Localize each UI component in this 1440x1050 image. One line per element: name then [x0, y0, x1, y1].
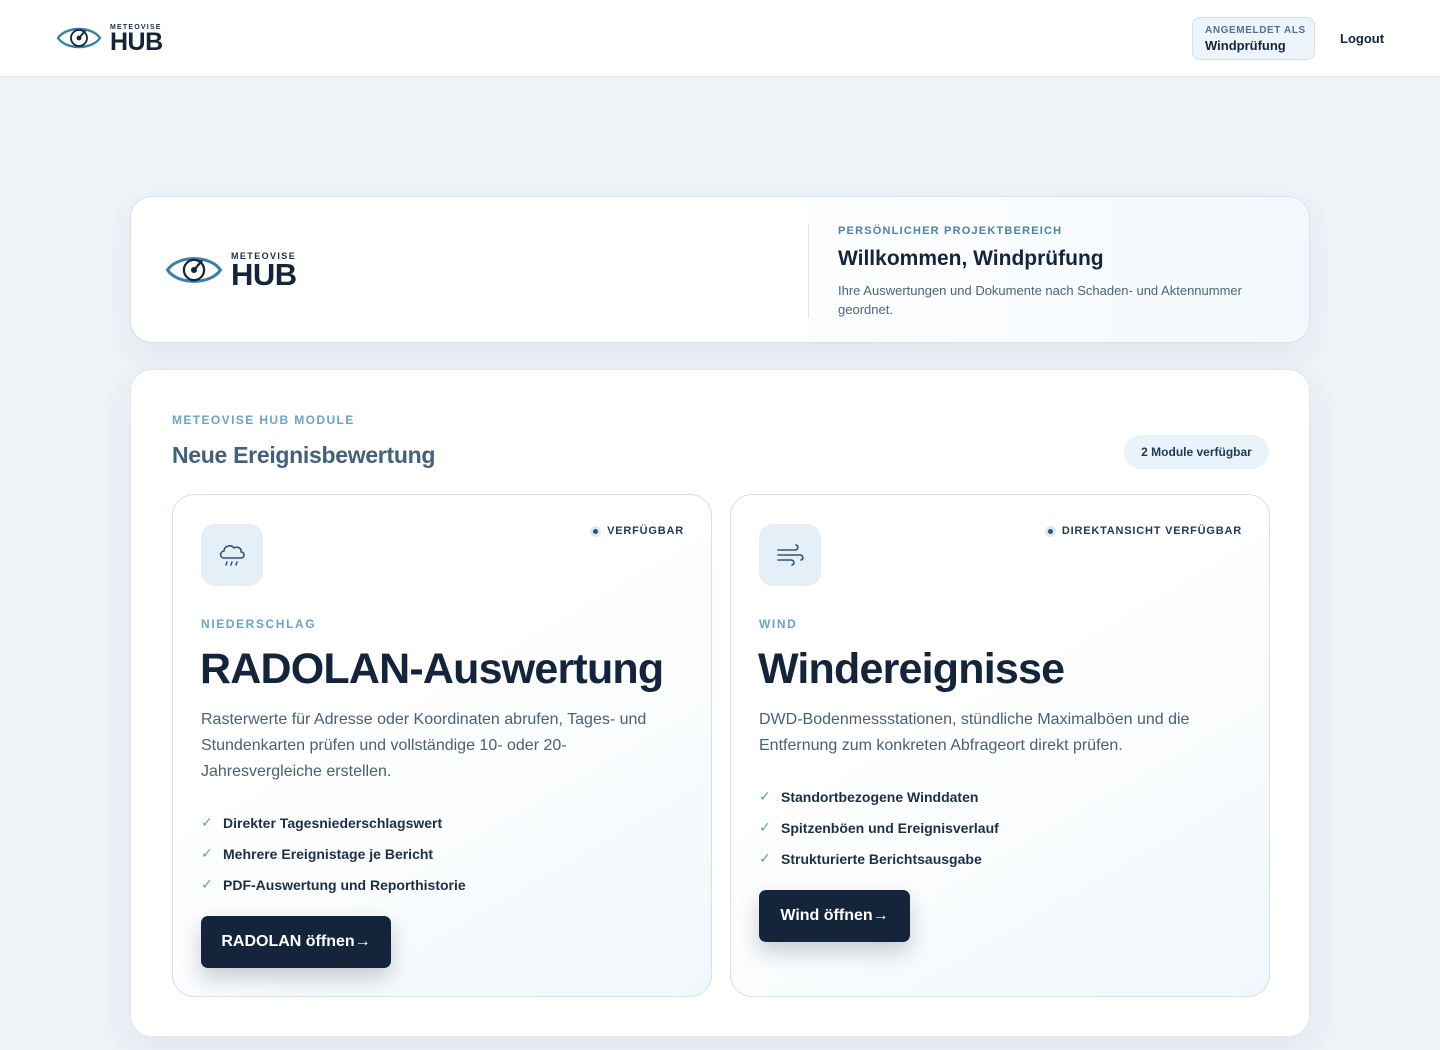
- module-card-radolan: VERFÜGBAR NIEDERSCHLAG RADOLAN-Auswertun…: [172, 494, 712, 997]
- feature-item: ✓ Mehrere Ereignistage je Bericht: [201, 838, 466, 869]
- modules-section-title: Neue Ereignisbewertung: [172, 442, 436, 468]
- eye-gauge-logo-icon: [165, 257, 223, 283]
- status-dot-icon: [1044, 525, 1056, 537]
- module-status-text: DIREKTANSICHT VERFÜGBAR: [1061, 525, 1242, 537]
- checkmark-icon: ✓: [759, 788, 771, 804]
- checkmark-icon: ✓: [201, 876, 213, 892]
- module-description: Rasterwerte für Adresse oder Koordinaten…: [201, 711, 647, 780]
- welcome-eyebrow: PERSÖNLICHER PROJEKTBEREICH: [838, 225, 1063, 237]
- module-icon-tile: [201, 524, 263, 586]
- open-radolan-button[interactable]: RADOLAN öffnen→: [201, 916, 391, 968]
- welcome-logo: METEOVISE HUB: [165, 247, 297, 293]
- open-wind-button[interactable]: Wind öffnen→: [759, 890, 910, 942]
- welcome-description: Ihre Auswertungen und Dokumente nach Sch…: [838, 283, 1242, 317]
- modules-count-badge: 2 Module verfügbar: [1124, 435, 1269, 469]
- module-kicker: WIND: [759, 617, 798, 631]
- feature-text: Mehrere Ereignistage je Bericht: [223, 845, 434, 862]
- module-feature-list: ✓ Standortbezogene Winddaten ✓ Spitzenböen…: [759, 781, 999, 874]
- logo-main-text: HUB: [110, 27, 163, 56]
- feature-item: ✓ Strukturierte Berichtsausgabe: [759, 843, 999, 874]
- feature-item: ✓ Direkter Tagesniederschlagswert: [201, 807, 466, 838]
- modules-eyebrow: METEOVISE HUB MODULE: [172, 413, 355, 427]
- eye-gauge-logo-icon: [56, 27, 102, 49]
- top-bar: METEOVISE HUB ANGEMELDET ALS Windprüfung…: [0, 0, 1440, 77]
- status-dot-icon: [590, 525, 602, 537]
- module-status: DIREKTANSICHT VERFÜGBAR: [1044, 525, 1242, 537]
- logged-in-label: ANGEMELDET ALS: [1205, 25, 1306, 36]
- module-card-wind: DIREKTANSICHT VERFÜGBAR WIND Windereigni…: [730, 494, 1270, 997]
- module-feature-list: ✓ Direkter Tagesniederschlagswert ✓ Mehrer…: [201, 807, 466, 900]
- feature-item: ✓ Standortbezogene Winddaten: [759, 781, 999, 812]
- module-description: DWD-Bodenmessstationen, stündliche Maxim…: [759, 711, 1190, 754]
- feature-item: ✓ PDF-Auswertung und Reporthistorie: [201, 869, 466, 900]
- checkmark-icon: ✓: [759, 819, 771, 835]
- logged-in-user-badge: ANGEMELDET ALS Windprüfung: [1192, 17, 1315, 60]
- modules-panel: METEOVISE HUB MODULE Neue Ereignisbewert…: [130, 369, 1310, 1037]
- wind-icon: [777, 544, 804, 566]
- module-icon-tile: [759, 524, 821, 586]
- feature-text: Strukturierte Berichtsausgabe: [781, 850, 982, 867]
- header-logo[interactable]: METEOVISE HUB: [56, 20, 163, 56]
- rain-cloud-icon: [219, 545, 245, 566]
- feature-text: Direkter Tagesniederschlagswert: [223, 814, 443, 831]
- module-status-text: VERFÜGBAR: [607, 525, 684, 537]
- feature-text: PDF-Auswertung und Reporthistorie: [223, 876, 466, 893]
- welcome-title: Willkommen, Windprüfung: [838, 247, 1104, 270]
- checkmark-icon: ✓: [201, 845, 213, 861]
- feature-item: ✓ Spitzenböen und Ereignisverlauf: [759, 812, 999, 843]
- module-title: RADOLAN-Auswertung: [200, 645, 664, 693]
- logout-link[interactable]: Logout: [1340, 31, 1384, 46]
- checkmark-icon: ✓: [759, 850, 771, 866]
- module-kicker: NIEDERSCHLAG: [201, 617, 317, 631]
- feature-text: Standortbezogene Winddaten: [781, 788, 979, 805]
- logo-main-text: HUB: [231, 257, 297, 292]
- logged-in-user-name: Windprüfung: [1205, 38, 1286, 53]
- module-status: VERFÜGBAR: [590, 525, 684, 537]
- welcome-divider: [808, 223, 809, 318]
- checkmark-icon: ✓: [201, 814, 213, 830]
- feature-text: Spitzenböen und Ereignisverlauf: [781, 819, 999, 836]
- module-title: Windereignisse: [758, 645, 1065, 693]
- welcome-card: METEOVISE HUB PERSÖNLICHER PROJEKTBEREIC…: [130, 196, 1310, 343]
